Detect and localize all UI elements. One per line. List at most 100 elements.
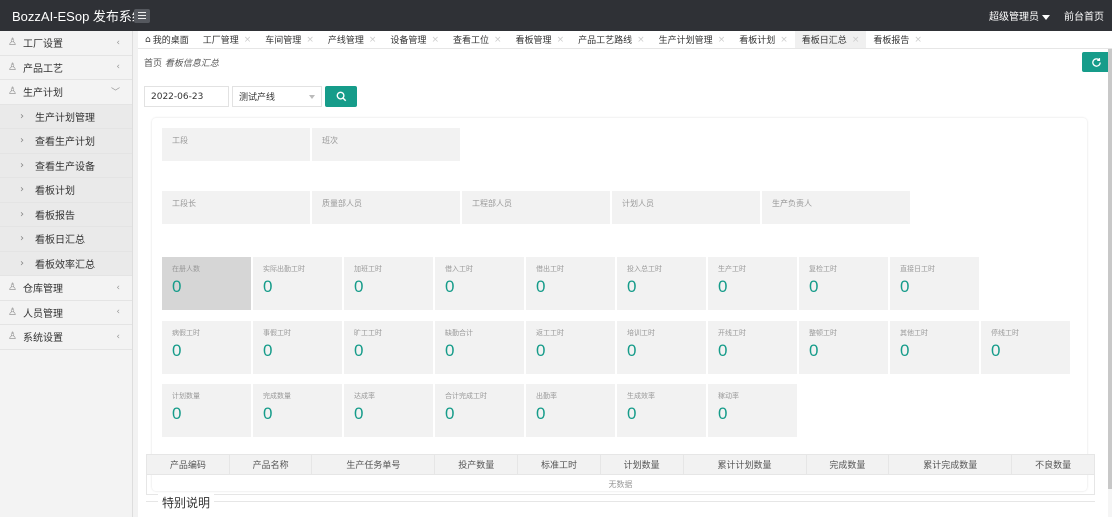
table-header-cell[interactable]: 计划数量 bbox=[599, 454, 684, 475]
info-field: 工段 bbox=[162, 128, 310, 161]
info-row: 工段 班次 bbox=[162, 128, 460, 161]
info-field: 质量部人员 bbox=[312, 191, 460, 224]
tab-label: 看板管理 bbox=[515, 36, 552, 46]
table-header-cell[interactable]: 产品名称 bbox=[228, 454, 313, 475]
sidebar-item-label: 看板效率汇总 bbox=[35, 259, 95, 271]
stat-card: 开线工时 0 bbox=[708, 321, 797, 374]
stat-label: 出勤率 bbox=[536, 392, 557, 400]
close-icon[interactable]: × bbox=[780, 35, 788, 45]
close-icon[interactable]: × bbox=[306, 35, 314, 45]
tab[interactable]: 看板管理 × bbox=[509, 31, 572, 48]
sidebar-item-label: 系统设置 bbox=[23, 333, 63, 345]
table-header-cell[interactable]: 累计完成数量 bbox=[888, 454, 1013, 475]
tab[interactable]: 查看工位 × bbox=[446, 31, 509, 48]
stat-value: 0 bbox=[354, 404, 364, 423]
sidebar-item[interactable]: › 看板计划 bbox=[0, 178, 132, 203]
user-menu[interactable]: 超级管理员 bbox=[989, 8, 1050, 23]
stat-label: 返工工时 bbox=[536, 329, 564, 337]
tab-label: 查看工位 bbox=[452, 36, 489, 46]
info-row: 工段长 质量部人员 工程部人员 计划人员 生产负责人 bbox=[162, 191, 910, 224]
table-header-cell[interactable]: 不良数量 bbox=[1011, 454, 1095, 475]
sidebar-item[interactable]: ♙ 人员管理 ‹ bbox=[0, 301, 132, 325]
chevron-left-icon: ‹ bbox=[116, 37, 120, 48]
close-icon[interactable]: × bbox=[431, 35, 439, 45]
chevron-right-icon: › bbox=[20, 257, 24, 269]
menu-toggle-icon[interactable] bbox=[134, 8, 150, 23]
home-link[interactable]: 前台首页 bbox=[1064, 8, 1104, 23]
sidebar-item[interactable]: ♙ 工厂设置 ‹ bbox=[0, 31, 132, 56]
scrollbar-thumb[interactable] bbox=[1108, 49, 1112, 489]
sidebar-item[interactable]: › 生产计划管理 bbox=[0, 104, 132, 129]
top-bar: BozzAI-ESop 发布系统 超级管理员 前台首页 bbox=[0, 0, 1112, 31]
stat-label: 其他工时 bbox=[900, 329, 928, 337]
tab[interactable]: 车间管理 × bbox=[258, 31, 321, 48]
tab[interactable]: 看板报告 × bbox=[866, 31, 929, 48]
sidebar-item[interactable]: › 查看生产设备 bbox=[0, 153, 132, 178]
stat-card: 完成数量 0 bbox=[253, 384, 342, 437]
table-header-cell[interactable]: 产品编码 bbox=[146, 454, 230, 475]
stat-label: 停线工时 bbox=[991, 329, 1019, 337]
tab[interactable]: 产品工艺路线 × bbox=[571, 31, 652, 48]
table-header-cell[interactable]: 完成数量 bbox=[805, 454, 890, 475]
sidebar-item[interactable]: › 看板日汇总 bbox=[0, 227, 132, 252]
tab[interactable]: 工厂管理 × bbox=[196, 31, 259, 48]
tab[interactable]: 生产计划管理 × bbox=[652, 31, 733, 48]
stat-card: 借出工时 0 bbox=[526, 257, 615, 310]
info-field: 生产负责人 bbox=[762, 191, 910, 224]
stat-value: 0 bbox=[172, 277, 182, 296]
stat-value: 0 bbox=[627, 277, 637, 296]
chevron-right-icon: › bbox=[20, 110, 24, 122]
close-icon[interactable]: × bbox=[718, 35, 726, 45]
user-icon: ♙ bbox=[8, 61, 17, 73]
sidebar-item[interactable]: ♙ 生产计划 ﹀ bbox=[0, 80, 132, 105]
stat-card: 投入总工时 0 bbox=[617, 257, 706, 310]
sidebar-item[interactable]: ♙ 系统设置 ‹ bbox=[0, 325, 132, 350]
stat-value: 0 bbox=[536, 341, 546, 360]
close-icon[interactable]: × bbox=[244, 35, 252, 45]
stat-value: 0 bbox=[809, 277, 819, 296]
tab[interactable]: 看板计划 × bbox=[732, 31, 795, 48]
stat-label: 借入工时 bbox=[445, 265, 473, 273]
sidebar-item[interactable]: › 看板报告 bbox=[0, 202, 132, 227]
tab[interactable]: 产线管理 × bbox=[321, 31, 384, 48]
stat-label: 投入总工时 bbox=[627, 265, 662, 273]
stat-label: 生成效率 bbox=[627, 392, 655, 400]
chevron-left-icon: ‹ bbox=[116, 307, 120, 318]
sidebar-item-label: 生产计划 bbox=[23, 88, 63, 100]
tab[interactable]: ⌂ 我的桌面 bbox=[138, 31, 196, 48]
stat-value: 0 bbox=[536, 404, 546, 423]
tab-label: 产线管理 bbox=[327, 36, 364, 46]
line-select[interactable]: 测试产线 bbox=[232, 86, 322, 107]
table-header-cell[interactable]: 累计计划数量 bbox=[682, 454, 807, 475]
close-icon[interactable]: × bbox=[852, 35, 860, 45]
tab[interactable]: 设备管理 × bbox=[383, 31, 446, 48]
table-header-cell[interactable]: 标准工时 bbox=[517, 454, 601, 475]
sidebar-item[interactable]: › 看板效率汇总 bbox=[0, 251, 132, 276]
search-button[interactable] bbox=[325, 86, 357, 107]
sidebar-item[interactable]: ♙ 产品工艺 ‹ bbox=[0, 56, 132, 80]
close-icon[interactable]: × bbox=[369, 35, 377, 45]
sidebar-item[interactable]: › 查看生产计划 bbox=[0, 129, 132, 154]
date-input[interactable]: 2022-06-23 bbox=[144, 86, 229, 107]
tab-bar: ⌂ 我的桌面 工厂管理 × 车间管理 × 产线管理 × 设备管理 × 查看工位 × 看板管理 × 产品工艺路… bbox=[138, 31, 1112, 49]
user-icon: ♙ bbox=[8, 37, 17, 49]
close-icon[interactable]: × bbox=[557, 35, 565, 45]
stat-label: 培训工时 bbox=[627, 329, 655, 337]
table-header-cell[interactable]: 投产数量 bbox=[434, 454, 519, 475]
breadcrumb-home[interactable]: 首页 bbox=[144, 59, 162, 69]
close-icon[interactable]: × bbox=[914, 35, 922, 45]
close-icon[interactable]: × bbox=[494, 35, 502, 45]
scrollbar[interactable] bbox=[1108, 49, 1112, 517]
sidebar-item-label: 看板日汇总 bbox=[35, 235, 85, 247]
stat-value: 0 bbox=[354, 277, 364, 296]
stat-label: 旷工工时 bbox=[354, 329, 382, 337]
sidebar-item[interactable]: ♙ 仓库管理 ‹ bbox=[0, 276, 132, 301]
table-header-cell[interactable]: 生产任务单号 bbox=[311, 454, 436, 475]
stat-card: 实际出勤工时 0 bbox=[253, 257, 342, 310]
summary-panel: 工段 班次 工段长 质量部人员 工程部人员 计划人员 生产负责人 在册人数 0 实际出勤工时 0 加班… bbox=[152, 118, 1087, 491]
tab[interactable]: 看板日汇总 × bbox=[794, 31, 867, 48]
close-icon[interactable]: × bbox=[637, 35, 645, 45]
tab-label: 车间管理 bbox=[265, 36, 302, 46]
refresh-button[interactable] bbox=[1082, 52, 1110, 72]
stat-value: 0 bbox=[718, 277, 728, 296]
